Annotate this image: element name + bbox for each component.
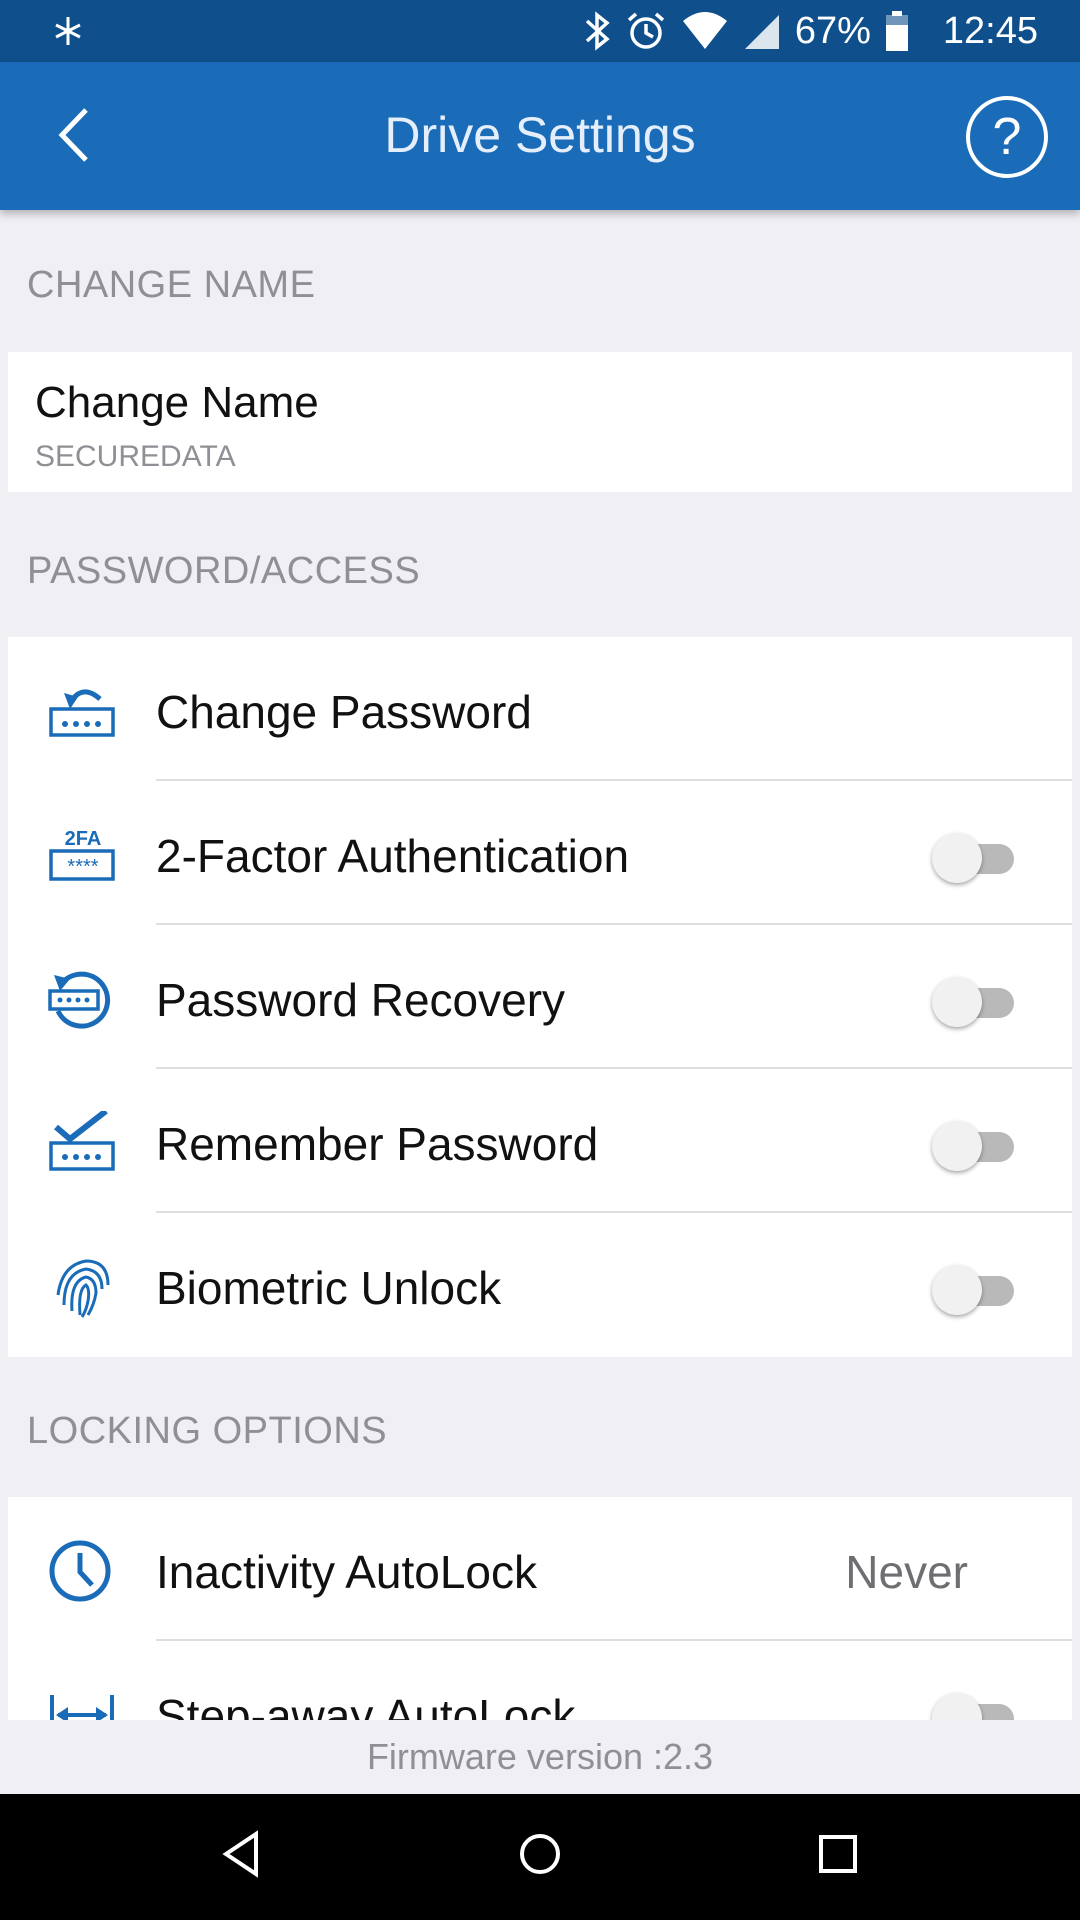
clock-icon: [49, 1540, 111, 1602]
status-right: 67% 12:45: [583, 0, 1038, 62]
remember-password-toggle[interactable]: [932, 1119, 1018, 1171]
locking-options-card: Inactivity AutoLock Never Step-away Auto…: [8, 1497, 1072, 1720]
biometric-unlock-row[interactable]: Biometric Unlock: [8, 1213, 1072, 1357]
back-nav-icon[interactable]: [212, 1824, 272, 1884]
two-factor-row[interactable]: 2FA **** 2-Factor Authentication: [8, 781, 1072, 925]
change-password-row[interactable]: Change Password: [8, 637, 1072, 781]
change-name-card[interactable]: Change Name SECUREDATA: [8, 352, 1072, 492]
app-bar: Drive Settings ?: [0, 62, 1080, 210]
step-away-icon: [50, 1695, 114, 1720]
two-factor-toggle[interactable]: [932, 831, 1018, 883]
change-password-icon: [49, 689, 115, 737]
biometric-unlock-label: Biometric Unlock: [156, 1262, 502, 1314]
remember-password-icon: [49, 1111, 115, 1171]
password-recovery-icon: [48, 971, 111, 1029]
status-bar: 67% 12:45: [0, 0, 1080, 62]
svg-text:****: ****: [67, 856, 98, 878]
svg-text:2FA: 2FA: [65, 828, 102, 850]
battery-percent: 67%: [794, 9, 871, 52]
step-away-autolock-label: Step-away AutoLock: [156, 1690, 576, 1720]
home-nav-icon[interactable]: [510, 1824, 570, 1884]
remember-password-row[interactable]: Remember Password: [8, 1069, 1072, 1213]
recents-nav-icon[interactable]: [808, 1824, 868, 1884]
system-nav-bar: [0, 1794, 1080, 1920]
password-access-card: Change Password 2FA **** 2-Factor Authen…: [8, 637, 1072, 1357]
change-name-title: Change Name: [35, 378, 319, 427]
change-password-label: Change Password: [156, 686, 532, 738]
section-header-password-access: PASSWORD/ACCESS: [27, 550, 421, 592]
step-away-autolock-row[interactable]: Step-away AutoLock: [8, 1641, 1072, 1720]
inactivity-autolock-value: Never: [845, 1546, 968, 1598]
battery-icon: [885, 11, 908, 51]
inactivity-autolock-label: Inactivity AutoLock: [156, 1546, 537, 1598]
notification-icon: [55, 17, 81, 45]
inactivity-autolock-row[interactable]: Inactivity AutoLock Never: [8, 1497, 1072, 1641]
alarm-icon: [627, 12, 664, 49]
wifi-icon: [682, 12, 727, 49]
password-recovery-row[interactable]: Password Recovery: [8, 925, 1072, 1069]
fingerprint-icon: [56, 1259, 110, 1318]
two-factor-label: 2-Factor Authentication: [156, 830, 630, 882]
clock-time: 12:45: [942, 9, 1038, 52]
page-title: Drive Settings: [384, 107, 696, 163]
firmware-version: Firmware version :2.3: [0, 1720, 1080, 1794]
password-recovery-toggle[interactable]: [932, 975, 1018, 1027]
step-away-autolock-toggle[interactable]: [932, 1691, 1018, 1720]
password-recovery-label: Password Recovery: [156, 974, 566, 1026]
2fa-icon: 2FA ****: [49, 828, 115, 881]
section-header-change-name: CHANGE NAME: [27, 264, 316, 306]
remember-password-label: Remember Password: [156, 1118, 599, 1170]
biometric-unlock-toggle[interactable]: [932, 1263, 1018, 1315]
bluetooth-icon: [585, 11, 610, 51]
device-name-value: SECUREDATA: [35, 440, 236, 473]
cell-signal-icon: [744, 15, 779, 49]
settings-list[interactable]: CHANGE NAME Change Name SECUREDATA PASSW…: [0, 210, 1080, 1720]
help-button[interactable]: ?: [966, 96, 1048, 178]
section-header-locking-options: LOCKING OPTIONS: [27, 1410, 388, 1452]
